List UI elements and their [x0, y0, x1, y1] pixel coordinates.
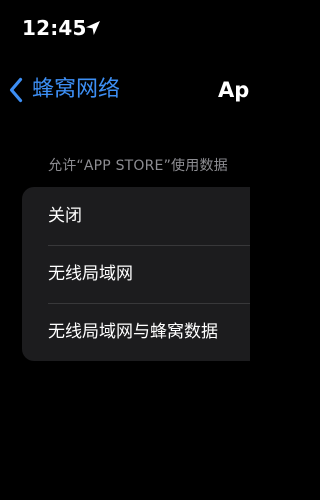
option-label: 无线局域网	[48, 264, 133, 284]
section-header: 允许“APP STORE”使用数据	[48, 158, 228, 174]
back-button-label: 蜂窝网络	[32, 77, 121, 102]
page-title: App	[218, 78, 250, 102]
status-time: 12:45	[22, 16, 87, 40]
back-button[interactable]: 蜂窝网络	[8, 74, 120, 106]
data-access-options: 关闭 无线局域网 无线局域网与蜂窝数据	[22, 187, 250, 361]
screen: 12:45 蜂窝网络 App 允许“APP STORE”使用数据 关闭 无线局域…	[0, 0, 250, 500]
option-off[interactable]: 关闭	[22, 187, 250, 245]
option-wlan[interactable]: 无线局域网	[22, 245, 250, 303]
option-label: 无线局域网与蜂窝数据	[48, 322, 218, 342]
location-arrow-icon	[86, 21, 100, 35]
navigation-bar: 蜂窝网络 App	[0, 70, 250, 110]
option-wlan-and-cellular[interactable]: 无线局域网与蜂窝数据	[22, 303, 250, 361]
option-label: 关闭	[48, 206, 82, 226]
chevron-left-icon	[9, 77, 23, 103]
status-bar: 12:45	[0, 0, 250, 56]
